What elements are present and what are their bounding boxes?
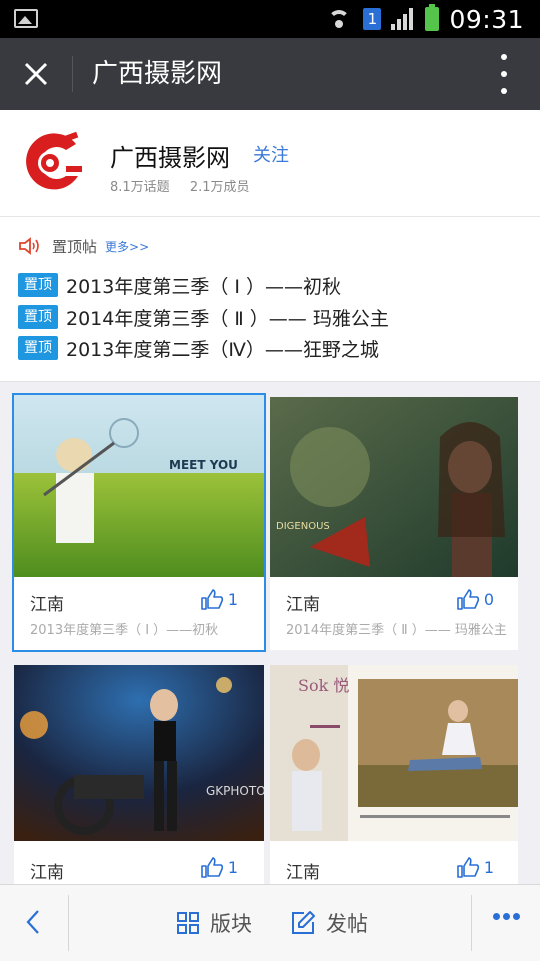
thumb-up-icon <box>457 589 479 610</box>
post-subtitle: 2013年度第三季（ Ⅰ ）——初秋 <box>30 623 219 638</box>
post-card[interactable]: Sok 悦 江南 1 <box>270 665 518 887</box>
pinned-item-title: 2013年度第三季（ Ⅰ ）——初秋 <box>66 275 342 298</box>
pinned-item[interactable]: 置顶 2013年度第三季（ Ⅰ ）——初秋 <box>18 271 341 299</box>
group-stats: 8.1万话题 2.1万成员 <box>110 176 266 195</box>
post-card[interactable]: DIGENOUS 江南 0 2014年度第三季（ Ⅱ ）—— 玛雅公主 <box>270 397 518 650</box>
pinned-label: 置顶帖 <box>52 237 98 256</box>
photo-caption: DIGENOUS <box>276 521 330 532</box>
pinned-item[interactable]: 置顶 2013年度第二季（Ⅳ）——狂野之城 <box>18 334 379 362</box>
page-title: 广西摄影网 <box>92 59 223 89</box>
edit-icon <box>292 911 315 934</box>
like-count: 0 <box>483 589 494 609</box>
clock: 09:31 <box>449 4 524 34</box>
speaker-icon <box>19 237 39 255</box>
new-post-button[interactable]: 发帖 <box>290 885 368 961</box>
signal-icon <box>391 8 415 30</box>
member-count: 2.1万成员 <box>189 180 250 195</box>
battery-icon <box>425 4 440 31</box>
title-divider <box>72 56 73 92</box>
toolbar-divider <box>471 895 472 951</box>
photo-caption: GKPHOTO <box>206 784 264 798</box>
post-author: 江南 <box>286 863 320 883</box>
post-author: 江南 <box>30 595 64 615</box>
bottom-toolbar: 版块 发帖 <box>0 884 540 961</box>
more-button[interactable] <box>493 913 520 920</box>
thumb-up-icon <box>201 857 223 878</box>
post-photo: MEET YOU <box>14 395 264 577</box>
grid-icon <box>177 912 199 934</box>
post-author: 江南 <box>30 863 64 883</box>
pinned-item[interactable]: 置顶 2014年度第三季（ Ⅱ ）—— 玛雅公主 <box>18 303 389 331</box>
post-photo: GKPHOTO <box>14 665 264 841</box>
close-button[interactable] <box>18 56 54 92</box>
title-bar: 广西摄影网 <box>0 38 540 110</box>
pinned-header: 置顶帖 更多>> <box>18 235 149 257</box>
photo-caption: MEET YOU <box>169 458 238 472</box>
pinned-badge: 置顶 <box>18 336 58 360</box>
close-icon <box>24 62 48 86</box>
like-count: 1 <box>227 589 238 609</box>
wifi-icon <box>327 8 353 30</box>
pinned-badge: 置顶 <box>18 273 58 297</box>
status-bar: 1 09:31 <box>0 0 540 38</box>
more-menu-button[interactable] <box>494 54 514 94</box>
post-subtitle: 2014年度第三季（ Ⅱ ）—— 玛雅公主 <box>286 623 507 638</box>
more-vertical-icon <box>501 54 507 60</box>
like-count: 1 <box>483 857 494 877</box>
image-notification-icon <box>14 9 38 28</box>
post-photo: Sok 悦 <box>270 665 518 841</box>
like-button[interactable]: 0 <box>456 588 494 610</box>
photo-caption: Sok 悦 <box>298 676 349 695</box>
more-horizontal-icon <box>493 913 500 920</box>
topic-count: 8.1万话题 <box>110 180 170 195</box>
like-button[interactable]: 1 <box>200 588 238 610</box>
pinned-section: 置顶帖 更多>> 置顶 2013年度第三季（ Ⅰ ）——初秋 置顶 2014年度… <box>0 217 540 382</box>
sections-button[interactable]: 版块 <box>176 885 252 961</box>
post-photo: DIGENOUS <box>270 397 518 577</box>
toolbar-divider <box>68 895 69 951</box>
like-button[interactable]: 1 <box>456 856 494 878</box>
group-name: 广西摄影网 <box>110 144 230 172</box>
post-card[interactable]: GKPHOTO 江南 1 <box>14 665 264 887</box>
post-card[interactable]: MEET YOU 江南 1 2013年度第三季（ Ⅰ ）——初秋 <box>14 395 264 650</box>
sections-label: 版块 <box>210 912 252 936</box>
back-button[interactable] <box>22 907 46 937</box>
group-header: 广西摄影网 关注 8.1万话题 2.1万成员 <box>0 110 540 217</box>
thumb-up-icon <box>457 857 479 878</box>
thumb-up-icon <box>201 589 223 610</box>
follow-button[interactable]: 关注 <box>253 141 289 167</box>
pinned-more-link[interactable]: 更多>> <box>105 238 149 255</box>
post-author: 江南 <box>286 595 320 615</box>
like-count: 1 <box>227 857 238 877</box>
pinned-item-title: 2014年度第三季（ Ⅱ ）—— 玛雅公主 <box>66 307 389 330</box>
pinned-badge: 置顶 <box>18 305 58 329</box>
sim-icon: 1 <box>363 8 382 30</box>
like-button[interactable]: 1 <box>200 856 238 878</box>
chevron-left-icon <box>26 910 39 934</box>
post-label: 发帖 <box>326 912 368 936</box>
group-logo[interactable] <box>16 126 88 198</box>
pinned-item-title: 2013年度第二季（Ⅳ）——狂野之城 <box>66 338 379 361</box>
